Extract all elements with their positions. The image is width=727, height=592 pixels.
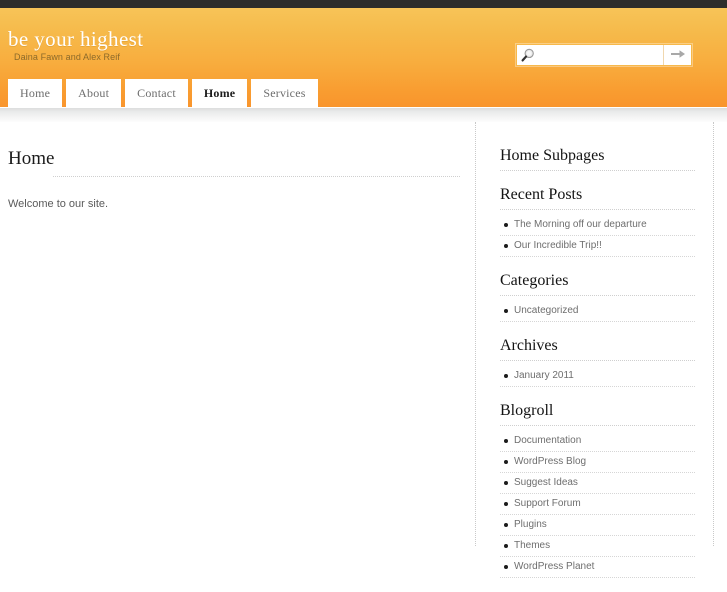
- nav-item-home-1[interactable]: Home: [8, 79, 63, 107]
- search-submit-button[interactable]: [663, 45, 691, 65]
- list-item[interactable]: Suggest Ideas: [500, 473, 695, 494]
- widget-title-recent-posts: Recent Posts: [500, 185, 695, 210]
- branding: be your highest Daina Fawn and Alex Reif: [8, 28, 143, 63]
- right-edge-divider: [713, 122, 714, 546]
- search-form: [516, 44, 692, 66]
- header-shadow-band: [0, 107, 727, 122]
- list-item[interactable]: The Morning off our departure: [500, 215, 695, 236]
- widget-title-archives: Archives: [500, 336, 695, 361]
- widget-title-home-subpages: Home Subpages: [500, 146, 695, 171]
- nav-item-services[interactable]: Services: [251, 79, 318, 107]
- primary-navigation: Home About Contact Home Services: [8, 79, 318, 107]
- widget-list-recent-posts: The Morning off our departure Our Incred…: [500, 215, 695, 257]
- page-title: Home: [8, 148, 55, 169]
- page-title-rule: [53, 176, 460, 177]
- list-item[interactable]: Our Incredible Trip!!: [500, 236, 695, 257]
- list-item[interactable]: WordPress Planet: [500, 557, 695, 578]
- widget-title-blogroll: Blogroll: [500, 401, 695, 426]
- list-item[interactable]: January 2011: [500, 366, 695, 387]
- widget-blogroll: Blogroll Documentation WordPress Blog Su…: [500, 401, 695, 578]
- sidebar: Home Subpages Recent Posts The Morning o…: [476, 122, 713, 592]
- site-header: be your highest Daina Fawn and Alex Reif…: [0, 8, 727, 107]
- widget-home-subpages: Home Subpages: [500, 146, 695, 171]
- site-tagline: Daina Fawn and Alex Reif: [14, 52, 120, 62]
- nav-item-home-2[interactable]: Home: [191, 79, 248, 107]
- list-item[interactable]: Themes: [500, 536, 695, 557]
- page-body-text: Welcome to our site.: [8, 198, 109, 210]
- list-item[interactable]: Uncategorized: [500, 301, 695, 322]
- nav-item-contact[interactable]: Contact: [125, 79, 188, 107]
- widget-title-categories: Categories: [500, 271, 695, 296]
- widget-categories: Categories Uncategorized: [500, 271, 695, 322]
- top-dark-bar: [0, 0, 727, 8]
- search-icon: [517, 45, 539, 65]
- list-item[interactable]: Plugins: [500, 515, 695, 536]
- main-content: Home Welcome to our site.: [0, 122, 470, 223]
- widget-list-archives: January 2011: [500, 366, 695, 387]
- list-item[interactable]: WordPress Blog: [500, 452, 695, 473]
- list-item[interactable]: Documentation: [500, 431, 695, 452]
- search-input[interactable]: [539, 46, 663, 64]
- widget-recent-posts: Recent Posts The Morning off our departu…: [500, 185, 695, 257]
- widget-list-blogroll: Documentation WordPress Blog Suggest Ide…: [500, 431, 695, 578]
- page-body: Home Welcome to our site. Home Subpages …: [0, 122, 727, 578]
- widget-archives: Archives January 2011: [500, 336, 695, 387]
- nav-item-about[interactable]: About: [66, 79, 122, 107]
- widget-list-categories: Uncategorized: [500, 301, 695, 322]
- site-title[interactable]: be your highest: [8, 28, 143, 50]
- list-item[interactable]: Support Forum: [500, 494, 695, 515]
- arrow-right-icon: [670, 48, 686, 63]
